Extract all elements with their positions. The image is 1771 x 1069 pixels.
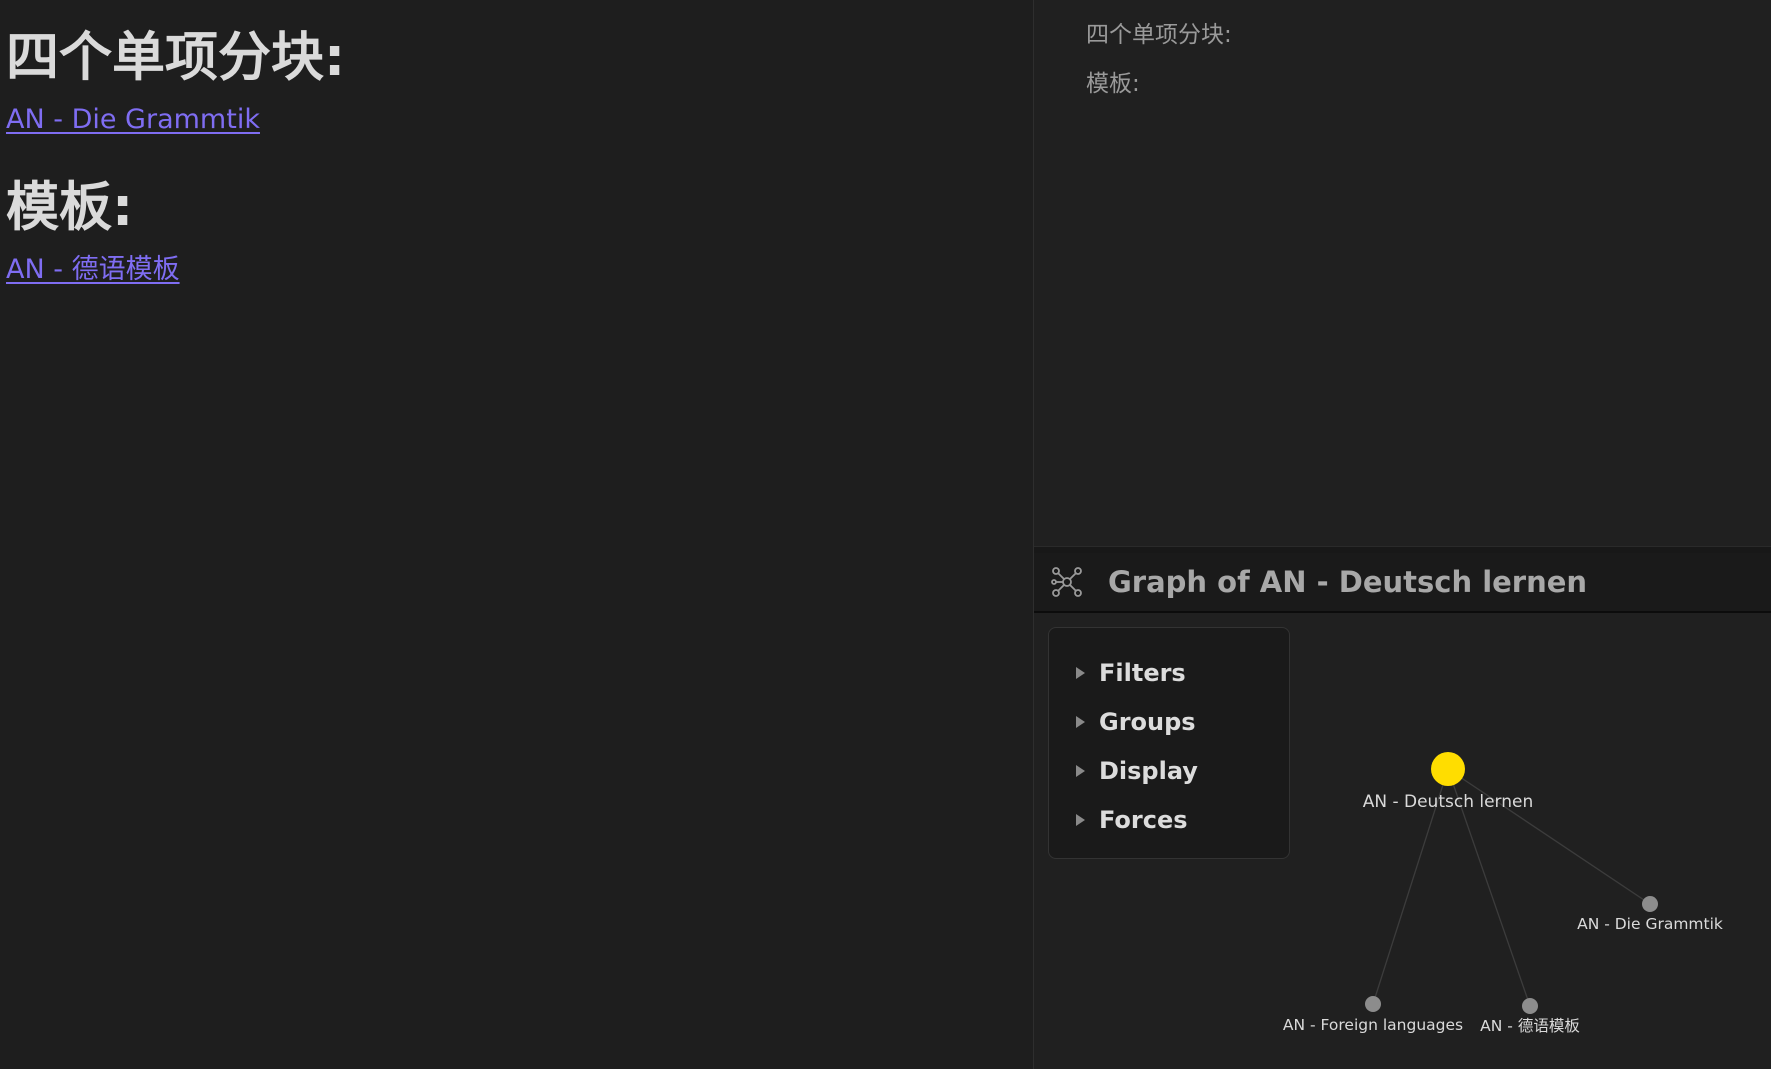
control-filters[interactable]: Filters — [1049, 648, 1289, 697]
graph-node-label: AN - 德语模板 — [1480, 1017, 1580, 1035]
graph-header: Graph of AN - Deutsch lernen — [1034, 553, 1771, 613]
graph-node-label: AN - Die Grammtik — [1577, 915, 1723, 933]
graph-view-icon — [1050, 565, 1084, 599]
outline-pane: 四个单项分块: 模板: — [1034, 0, 1771, 546]
control-display[interactable]: Display — [1049, 746, 1289, 795]
outline-item-sections[interactable]: 四个单项分块: — [1086, 20, 1232, 50]
outline-item-template[interactable]: 模板: — [1086, 69, 1140, 99]
control-label: Display — [1099, 756, 1198, 785]
note-heading-sections: 四个单项分块: — [6, 27, 346, 88]
local-graph-pane: Graph of AN - Deutsch lernen AN - Deutsc… — [1034, 553, 1771, 1069]
expand-caret-icon — [1076, 715, 1085, 728]
note-heading-template: 模板: — [6, 177, 134, 238]
note-content: 四个单项分块: AN - Die Grammtik 模板: AN - 德语模板 — [6, 24, 345, 288]
graph-title: Graph of AN - Deutsch lernen — [1108, 565, 1588, 599]
link-die-grammtik[interactable]: AN - Die Grammtik — [6, 102, 260, 138]
note-preview-pane: 四个单项分块: AN - Die Grammtik 模板: AN - 德语模板 — [0, 0, 1033, 1069]
control-forces[interactable]: Forces — [1049, 795, 1289, 844]
graph-node-vorlage[interactable] — [1522, 998, 1538, 1014]
control-label: Filters — [1099, 658, 1186, 687]
graph-canvas[interactable]: AN - Deutsch lernen AN - Die Grammtik AN -… — [1034, 613, 1771, 1069]
graph-node-grammtik[interactable] — [1642, 896, 1658, 912]
graph-node-center[interactable] — [1431, 752, 1465, 786]
graph-node-label: AN - Deutsch lernen — [1363, 792, 1534, 812]
app-window: 四个单项分块: AN - Die Grammtik 模板: AN - 德语模板 … — [0, 0, 1771, 1069]
expand-caret-icon — [1076, 666, 1085, 679]
control-label: Forces — [1099, 805, 1188, 834]
graph-edge — [1447, 768, 1651, 905]
control-groups[interactable]: Groups — [1049, 697, 1289, 746]
expand-caret-icon — [1076, 813, 1085, 826]
graph-controls-panel: Filters Groups Display Forces — [1048, 627, 1290, 859]
graph-node-label: AN - Foreign languages — [1283, 1016, 1463, 1034]
expand-caret-icon — [1076, 764, 1085, 777]
graph-node-foreign[interactable] — [1365, 996, 1381, 1012]
right-sidebar: 四个单项分块: 模板: Graph of AN - Deutsch lernen… — [1034, 0, 1771, 1069]
link-deutsch-vorlage[interactable]: AN - 德语模板 — [6, 252, 180, 288]
pane-resize-handle[interactable] — [1034, 546, 1771, 553]
control-label: Groups — [1099, 707, 1196, 736]
